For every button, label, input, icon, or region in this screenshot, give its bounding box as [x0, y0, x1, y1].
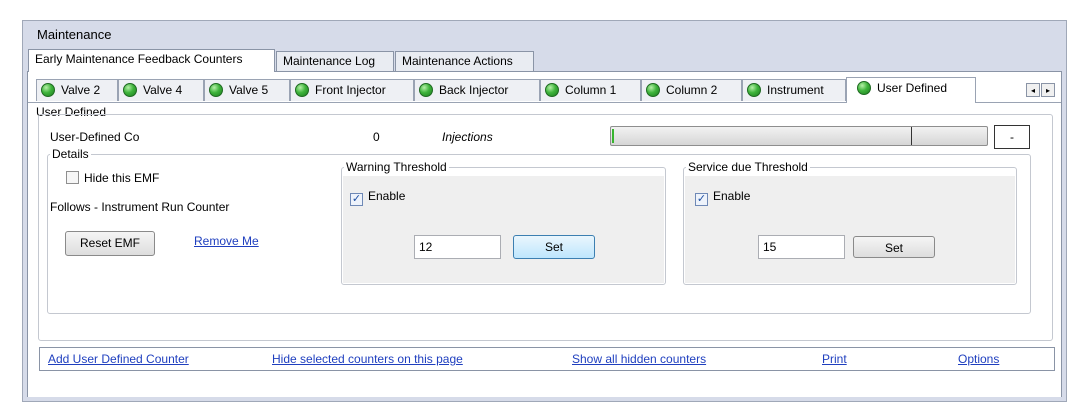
- tab-label: Back Injector: [439, 83, 509, 97]
- tab-label: Valve 5: [229, 83, 269, 97]
- warning-threshold-input[interactable]: 12: [414, 235, 501, 259]
- tab-user-defined[interactable]: User Defined: [846, 77, 976, 103]
- remove-me-link[interactable]: Remove Me: [194, 234, 259, 248]
- hide-emf-checkbox[interactable]: Hide this EMF: [66, 171, 159, 185]
- service-enable-label: Enable: [713, 189, 751, 203]
- status-green-icon: [295, 83, 309, 97]
- warning-enable-checkbox[interactable]: ✓ Enable: [350, 189, 405, 206]
- tab-column-2[interactable]: Column 2: [641, 79, 742, 101]
- service-enable-checkbox[interactable]: ✓ Enable: [695, 189, 750, 206]
- warning-set-button[interactable]: Set: [513, 235, 595, 259]
- reset-emf-button[interactable]: Reset EMF: [65, 231, 155, 256]
- status-green-icon: [545, 83, 559, 97]
- follows-text: Follows - Instrument Run Counter: [50, 200, 230, 214]
- hide-selected-counters-link[interactable]: Hide selected counters on this page: [272, 352, 463, 366]
- tab-early-maintenance-feedback-counters[interactable]: Early Maintenance Feedback Counters: [28, 49, 275, 72]
- tab-label: Valve 4: [143, 83, 183, 97]
- scroll-right-icon[interactable]: ▸: [1041, 83, 1055, 97]
- action-link-bar: Add User Defined Counter Hide selected c…: [39, 347, 1055, 371]
- checkmark-icon: ✓: [350, 193, 363, 206]
- checkmark-icon: ✓: [695, 193, 708, 206]
- window-title: Maintenance: [37, 27, 112, 42]
- options-link[interactable]: Options: [958, 352, 999, 366]
- maintenance-window: Maintenance Early Maintenance Feedback C…: [22, 20, 1067, 402]
- counters-panel: Valve 2 Valve 4 Valve 5 Front Injector B…: [27, 71, 1062, 397]
- tab-label: Column 1: [565, 83, 617, 97]
- status-green-icon: [41, 83, 55, 97]
- warning-threshold-title: Warning Threshold: [346, 160, 447, 174]
- details-title: Details: [52, 147, 89, 161]
- service-set-button[interactable]: Set: [853, 236, 935, 258]
- threshold-marker: [911, 127, 912, 145]
- counter-progress-bar: [610, 126, 988, 146]
- counter-name: User-Defined Co: [50, 130, 140, 144]
- counter-unit: Injections: [442, 130, 493, 144]
- scroll-left-icon[interactable]: ◂: [1026, 83, 1040, 97]
- tab-back-injector[interactable]: Back Injector: [414, 79, 540, 101]
- status-green-icon: [857, 81, 871, 95]
- tab-label: Instrument: [767, 83, 824, 97]
- user-defined-panel: User Defined User-Defined Co 0 Injection…: [28, 102, 1061, 397]
- progress-fill: [612, 129, 614, 143]
- counter-value: 0: [373, 130, 380, 144]
- tab-front-injector[interactable]: Front Injector: [290, 79, 414, 101]
- status-green-icon: [419, 83, 433, 97]
- warning-enable-label: Enable: [368, 189, 406, 203]
- hide-emf-label: Hide this EMF: [84, 171, 160, 185]
- tab-maintenance-actions[interactable]: Maintenance Actions: [395, 51, 534, 71]
- collapse-button[interactable]: -: [994, 125, 1030, 149]
- status-green-icon: [747, 83, 761, 97]
- tab-label: Valve 2: [61, 83, 101, 97]
- service-threshold-title: Service due Threshold: [688, 160, 808, 174]
- tab-label: User Defined: [877, 81, 948, 95]
- tab-scroll-arrows: ◂ ▸: [1025, 82, 1055, 97]
- add-user-defined-counter-link[interactable]: Add User Defined Counter: [48, 352, 189, 366]
- status-green-icon: [123, 83, 137, 97]
- checkbox-icon: [66, 171, 79, 184]
- service-threshold-input[interactable]: 15: [758, 235, 845, 259]
- tab-label: Column 2: [666, 83, 718, 97]
- tab-column-1[interactable]: Column 1: [540, 79, 641, 101]
- tab-label: Front Injector: [315, 83, 386, 97]
- show-hidden-counters-link[interactable]: Show all hidden counters: [572, 352, 706, 366]
- tab-maintenance-log[interactable]: Maintenance Log: [276, 51, 394, 71]
- status-green-icon: [646, 83, 660, 97]
- tab-valve-5[interactable]: Valve 5: [204, 79, 290, 101]
- tab-instrument[interactable]: Instrument: [742, 79, 846, 101]
- print-link[interactable]: Print: [822, 352, 847, 366]
- tab-valve-4[interactable]: Valve 4: [118, 79, 204, 101]
- tab-valve-2[interactable]: Valve 2: [36, 79, 118, 101]
- status-green-icon: [209, 83, 223, 97]
